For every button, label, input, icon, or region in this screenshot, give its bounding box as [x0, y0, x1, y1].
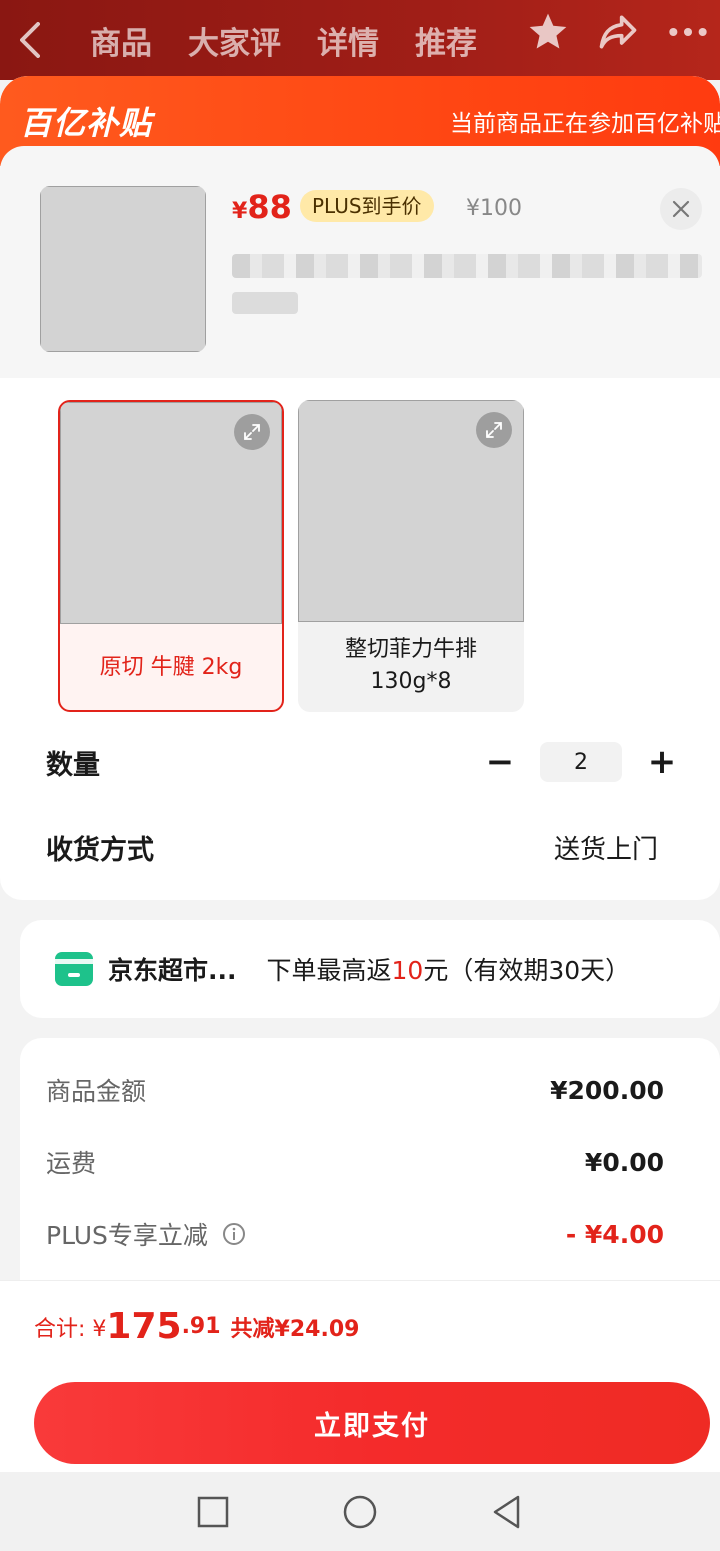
- tab-recommend[interactable]: 推荐: [415, 18, 477, 63]
- share-icon[interactable]: [596, 10, 640, 54]
- supermarket-rebate-row[interactable]: 京东超市... 下单最高返10元（有效期30天）: [20, 920, 720, 1018]
- close-button[interactable]: [660, 188, 702, 230]
- goods-amount-label: 商品金额: [46, 1077, 147, 1106]
- top-nav-actions: [526, 10, 710, 54]
- total-int: 175: [106, 1306, 182, 1347]
- info-icon[interactable]: [222, 1222, 246, 1246]
- recent-apps-icon[interactable]: [196, 1495, 230, 1529]
- product-title-redacted: [232, 254, 702, 278]
- quantity-input[interactable]: 2: [540, 742, 622, 782]
- spec-option-beef-shank[interactable]: 原切 牛腱 2kg: [58, 400, 284, 712]
- tab-goods[interactable]: 商品: [90, 18, 152, 63]
- rebate-description: 下单最高返10元（有效期30天）: [266, 956, 631, 985]
- top-nav: 商品 大家评 详情 推荐: [0, 0, 720, 80]
- close-icon: [672, 200, 690, 218]
- decrease-button[interactable]: −: [478, 740, 522, 784]
- subsidy-note: 当前商品正在参加百亿补贴: [450, 111, 720, 137]
- delivery-value: 送货上门: [553, 835, 658, 865]
- purchase-sheet: 百亿补贴 当前商品正在参加百亿补贴 ¥88 PLUS到手价 ¥100 原切 牛腱…: [0, 76, 720, 1551]
- wallet-icon: [55, 952, 93, 986]
- back-nav-icon[interactable]: [490, 1494, 524, 1530]
- price-summary: 商品金额 ¥200.00 运费 ¥0.00 PLUS专享立减 - ¥4.00: [20, 1038, 720, 1298]
- tab-reviews[interactable]: 大家评: [188, 18, 281, 63]
- shipping-label: 运费: [46, 1149, 97, 1178]
- shipping-value: ¥0.00: [584, 1147, 664, 1177]
- product-title-redacted-line2: [232, 292, 298, 314]
- spec-label: 整切菲力牛排 130g*8: [344, 637, 477, 694]
- total-label: 合计: ¥: [34, 1316, 107, 1342]
- options-card: 原切 牛腱 2kg 整切菲力牛排 130g*8 数量 − 2 + 收货方式 送货…: [0, 378, 720, 900]
- product-price: ¥88: [232, 188, 292, 226]
- plus-discount-row: PLUS专享立减 - ¥4.00: [46, 1216, 664, 1252]
- product-summary: ¥88 PLUS到手价 ¥100: [0, 146, 720, 378]
- pay-bar: 立即支付: [0, 1372, 720, 1472]
- goods-amount-row: 商品金额 ¥200.00: [46, 1072, 664, 1108]
- spec-label: 原切 牛腱 2kg: [99, 655, 243, 680]
- total-decimal: .91: [181, 1314, 221, 1339]
- rebate-store-name: 京东超市...: [108, 956, 237, 985]
- plus-price-badge: PLUS到手价: [300, 190, 434, 222]
- pay-now-button[interactable]: 立即支付: [34, 1382, 710, 1464]
- spec-option-fillet-steak[interactable]: 整切菲力牛排 130g*8: [298, 400, 524, 712]
- total-bar: 合计: ¥ 175 .91 共减¥24.09: [0, 1280, 720, 1372]
- plus-discount-label: PLUS专享立减: [46, 1216, 246, 1252]
- goods-amount-value: ¥200.00: [550, 1075, 664, 1105]
- back-icon[interactable]: [0, 10, 60, 70]
- home-icon[interactable]: [342, 1494, 378, 1530]
- expand-icon[interactable]: [234, 414, 270, 450]
- quantity-stepper: − 2 +: [478, 740, 684, 784]
- original-price: ¥100: [466, 196, 522, 221]
- delivery-row[interactable]: 收货方式 送货上门: [46, 828, 684, 867]
- increase-button[interactable]: +: [640, 740, 684, 784]
- plus-discount-value: - ¥4.00: [565, 1219, 664, 1249]
- tab-details[interactable]: 详情: [317, 18, 379, 63]
- quantity-row: 数量 − 2 +: [46, 740, 684, 784]
- more-icon[interactable]: [666, 10, 710, 54]
- product-thumbnail: [40, 186, 206, 352]
- system-nav-bar: [0, 1472, 720, 1551]
- star-icon[interactable]: [526, 10, 570, 54]
- total-savings: 共减¥24.09: [230, 1316, 360, 1342]
- expand-icon[interactable]: [476, 412, 512, 448]
- shipping-row: 运费 ¥0.00: [46, 1144, 664, 1180]
- delivery-label: 收货方式: [46, 835, 154, 866]
- subsidy-logo: 百亿补贴: [20, 104, 153, 142]
- quantity-label: 数量: [46, 749, 100, 781]
